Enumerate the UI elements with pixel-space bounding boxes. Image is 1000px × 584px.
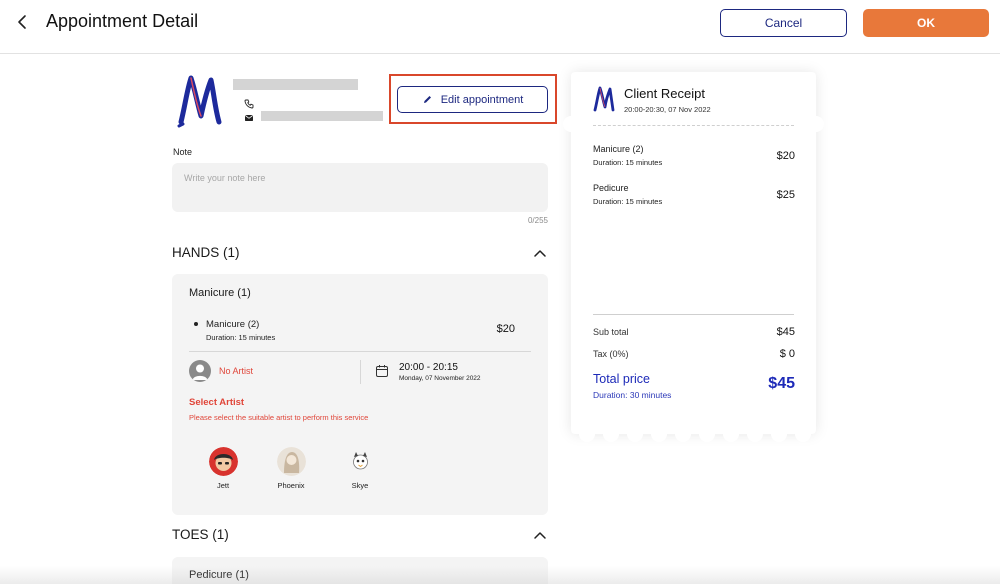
receipt-notch bbox=[723, 426, 739, 442]
calendar-icon bbox=[376, 365, 388, 377]
receipt-item-duration: Duration: 15 minutes bbox=[593, 158, 663, 167]
receipt-notch bbox=[795, 426, 811, 442]
receipt-notch bbox=[747, 426, 763, 442]
total-duration: Duration: 30 minutes bbox=[593, 390, 672, 400]
receipt-notch bbox=[651, 426, 667, 442]
tax-value: $ 0 bbox=[779, 348, 795, 360]
chevron-left-icon bbox=[18, 15, 26, 29]
bullet bbox=[194, 322, 198, 326]
mail-icon bbox=[245, 115, 253, 121]
subtotal-value: $45 bbox=[776, 326, 795, 338]
phone-icon bbox=[244, 99, 254, 109]
appointment-time-range: 20:00 - 20:15 bbox=[399, 362, 458, 373]
pencil-icon bbox=[423, 96, 431, 103]
hands-section-title: HANDS (1) bbox=[172, 245, 240, 260]
artist-status[interactable]: No Artist bbox=[219, 366, 253, 376]
tax-label: Tax (0%) bbox=[593, 349, 629, 359]
toes-section-title: TOES (1) bbox=[172, 527, 229, 542]
note-field[interactable] bbox=[172, 163, 548, 212]
receipt-notch bbox=[675, 426, 691, 442]
service-item-duration: Duration: 15 minutes bbox=[206, 333, 276, 342]
divider bbox=[189, 351, 531, 352]
total-price-value: $45 bbox=[768, 375, 795, 392]
divider-vertical bbox=[360, 360, 361, 384]
user-icon bbox=[189, 360, 211, 382]
chevron-up-icon[interactable] bbox=[533, 248, 547, 258]
back-button[interactable] bbox=[12, 10, 34, 34]
receipt-notch bbox=[579, 426, 595, 442]
receipt-notch bbox=[603, 426, 619, 442]
chevron-up-icon[interactable] bbox=[533, 530, 547, 540]
brand-logo bbox=[177, 75, 222, 128]
select-artist-title: Select Artist bbox=[189, 397, 245, 408]
receipt-time: 20:00-20:30, 07 Nov 2022 bbox=[624, 105, 711, 114]
receipt-divider bbox=[593, 125, 794, 126]
receipt-item-price: $25 bbox=[776, 189, 795, 201]
artist-avatar bbox=[345, 447, 375, 476]
client-email-redacted bbox=[261, 111, 383, 121]
receipt-item-duration: Duration: 15 minutes bbox=[593, 197, 663, 206]
edit-appointment-label: Edit appointment bbox=[440, 93, 524, 106]
subtotal-label: Sub total bbox=[593, 327, 629, 337]
note-label: Note bbox=[173, 147, 193, 157]
artist-avatar bbox=[276, 447, 306, 476]
receipt-divider bbox=[593, 314, 794, 315]
service-group-name: Manicure (1) bbox=[189, 287, 251, 299]
artist-name: Skye bbox=[351, 481, 369, 490]
appointment-date: Monday, 07 November 2022 bbox=[399, 375, 481, 382]
artist-option-jett[interactable]: Jett bbox=[198, 447, 248, 490]
total-price-label: Total price bbox=[593, 372, 650, 386]
page-title: Appointment Detail bbox=[46, 11, 199, 31]
cancel-button[interactable]: Cancel bbox=[720, 9, 847, 37]
receipt-item-name: Pedicure bbox=[593, 183, 629, 193]
service-group-name: Pedicure (1) bbox=[189, 569, 249, 581]
service-item-price: $20 bbox=[496, 323, 515, 335]
receipt-notch bbox=[627, 426, 643, 442]
receipt-notch bbox=[808, 116, 824, 132]
client-name-redacted bbox=[233, 79, 358, 90]
edit-appointment-button[interactable]: Edit appointment bbox=[397, 86, 548, 113]
artist-avatar bbox=[208, 447, 238, 476]
note-character-counter: 0/255 bbox=[527, 216, 548, 225]
receipt-notch bbox=[563, 116, 579, 132]
ok-button[interactable]: OK bbox=[863, 9, 989, 37]
select-artist-help: Please select the suitable artist to per… bbox=[189, 413, 369, 422]
receipt-notch bbox=[699, 426, 715, 442]
receipt-notch bbox=[771, 426, 787, 442]
service-item-name: Manicure (2) bbox=[206, 319, 260, 330]
brand-logo bbox=[593, 86, 615, 112]
receipt-item-price: $20 bbox=[776, 150, 795, 162]
appointment-detail-screen: Appointment Detail Cancel OK Edit appoin… bbox=[0, 0, 1000, 584]
artist-option-phoenix[interactable]: Phoenix bbox=[266, 447, 316, 490]
artist-name: Jett bbox=[216, 481, 230, 490]
top-bar: Appointment Detail Cancel OK bbox=[0, 0, 1000, 54]
artist-name: Phoenix bbox=[277, 481, 305, 490]
receipt-title: Client Receipt bbox=[624, 86, 705, 101]
artist-option-skye[interactable]: Skye bbox=[335, 447, 385, 490]
receipt-item-name: Manicure (2) bbox=[593, 144, 644, 154]
